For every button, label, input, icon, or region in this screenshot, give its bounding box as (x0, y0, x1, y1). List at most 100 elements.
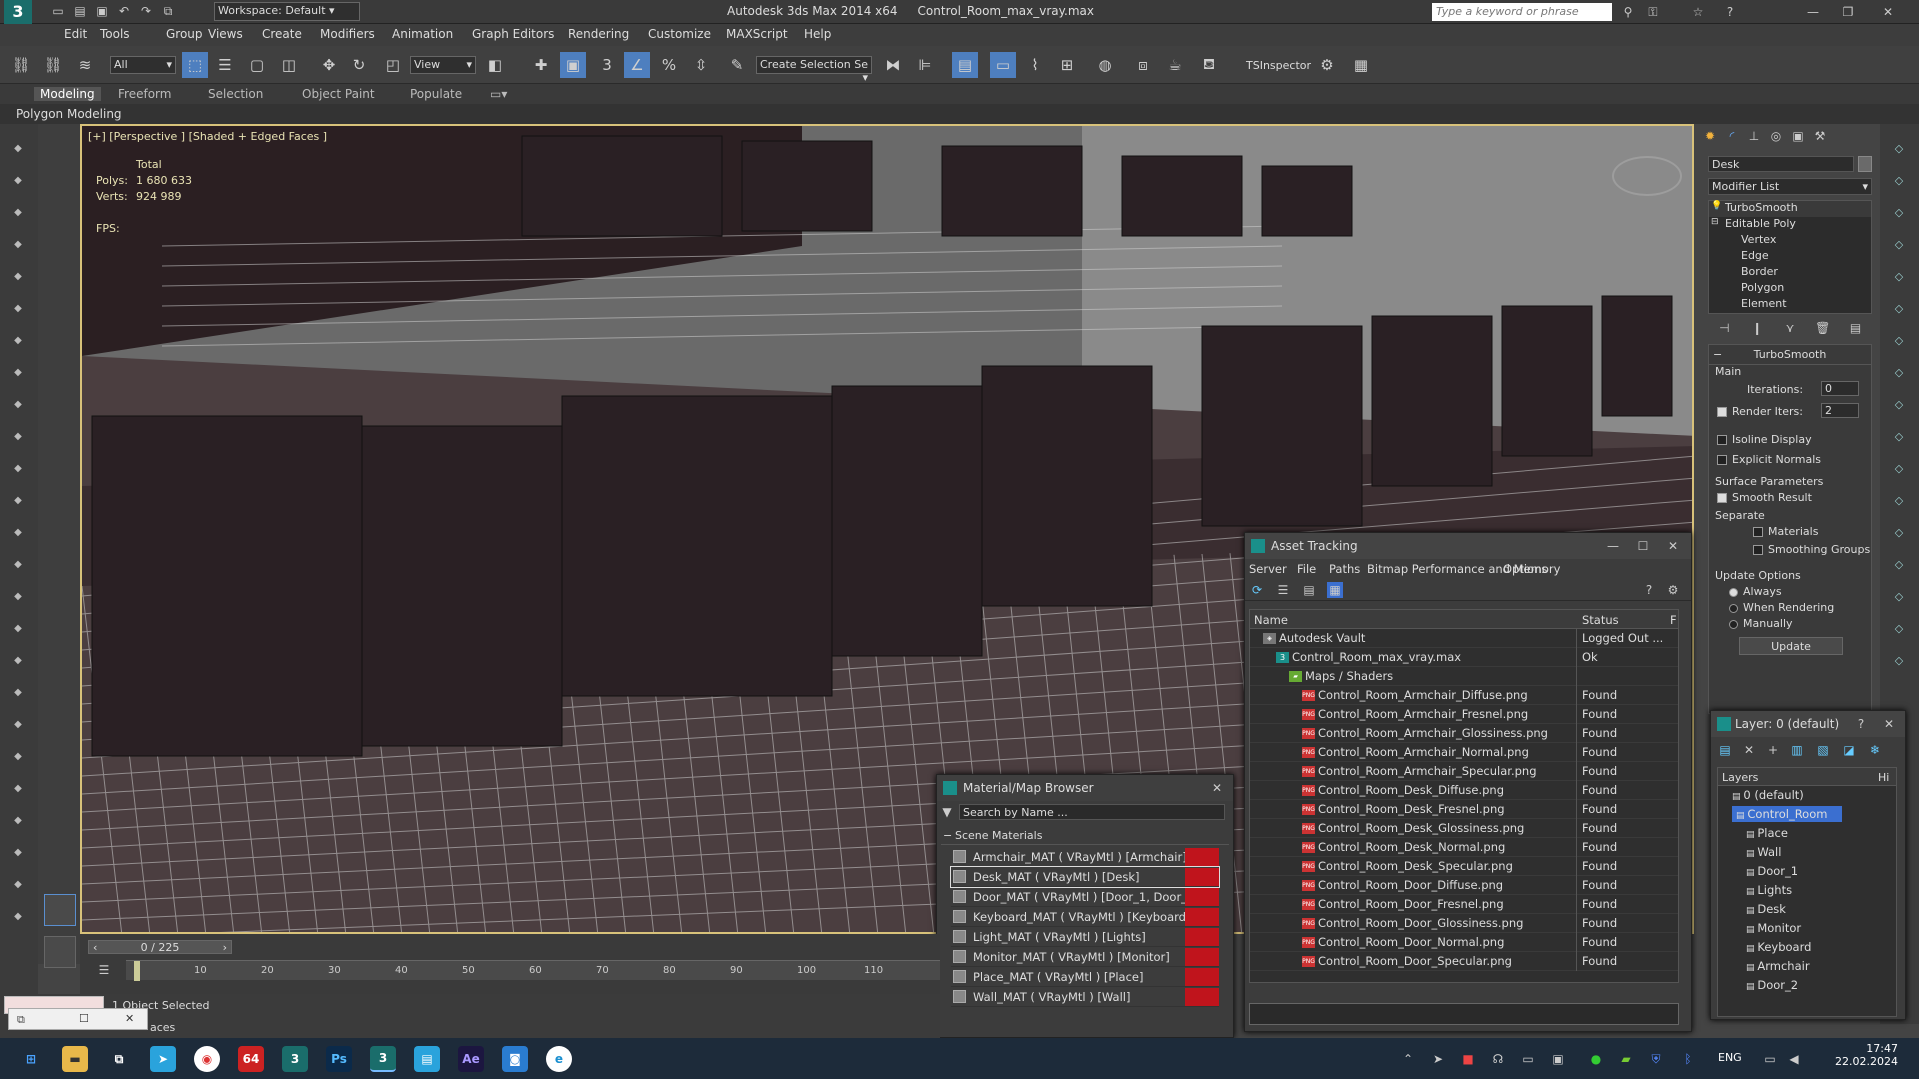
rotate-icon[interactable]: ◇ (1891, 364, 1907, 380)
render-iters-spinner[interactable]: 2 (1821, 403, 1859, 418)
taskbar-preview-popup[interactable]: ⧉ ☐ ✕ (8, 1008, 148, 1030)
explicit-normals-row[interactable]: Explicit Normals (1717, 453, 1821, 466)
viewcube[interactable] (1612, 156, 1682, 196)
refresh-icon[interactable]: ⟳ (1249, 582, 1265, 598)
close-icon[interactable]: ✕ (1209, 780, 1225, 796)
sphere-icon[interactable]: ◇ (1891, 236, 1907, 252)
turbosmooth-rollout-header[interactable]: − TurboSmooth (1709, 345, 1871, 365)
render-iters-checkbox[interactable] (1717, 407, 1727, 417)
render-iters-row[interactable]: Render Iters: (1717, 405, 1803, 418)
layer-row[interactable]: ▤ Door_2 (1718, 976, 1896, 995)
workspace-dropdown[interactable]: Workspace: Default ▾ (214, 2, 360, 21)
modify-tab-icon[interactable]: ◜ (1724, 128, 1740, 144)
plant-icon[interactable]: ◆ (10, 748, 26, 764)
rect-select-icon[interactable]: ▢ (244, 52, 270, 78)
particles-icon[interactable]: ◆ (10, 652, 26, 668)
modifier-stack-item[interactable]: Border (1709, 265, 1871, 281)
show-end-result-icon[interactable]: ❙ (1749, 320, 1765, 336)
asset-tracking-titlebar[interactable]: Asset Tracking — ☐ ✕ (1245, 533, 1691, 559)
smoothing-groups-row[interactable]: Smoothing Groups (1753, 543, 1870, 556)
layer-row[interactable]: ▤ Lights (1718, 881, 1896, 900)
menu-modifiers[interactable]: Modifiers (320, 27, 375, 41)
asset-row[interactable]: PNG Control_Room_Door_Normal.png Found (1250, 933, 1678, 952)
viewport-icon[interactable]: ◆ (10, 172, 26, 188)
tray-network-icon[interactable]: ▭ (1762, 1051, 1778, 1067)
star-icon[interactable]: ☆ (1690, 4, 1706, 20)
transform-icon[interactable]: ◆ (10, 300, 26, 316)
telegram-icon[interactable]: ➤ (150, 1046, 176, 1072)
help-icon[interactable]: ? (1722, 4, 1738, 20)
tray-telegram-icon[interactable]: ➤ (1430, 1051, 1446, 1067)
hide-all-icon[interactable]: ◪ (1841, 742, 1857, 758)
rendered-frame-icon[interactable]: ☕ (1162, 52, 1188, 78)
motion-tab-icon[interactable]: ◎ (1768, 128, 1784, 144)
always-radio[interactable] (1729, 587, 1738, 597)
asset-path-field[interactable] (1249, 1003, 1679, 1025)
layers-column[interactable]: Layers (1722, 771, 1758, 784)
object-name-field[interactable]: Desk (1708, 156, 1854, 172)
asset-row[interactable]: ▰ Maps / Shaders (1250, 667, 1678, 686)
layers-icon[interactable]: ◆ (10, 204, 26, 220)
3dsmax-active-icon[interactable]: 3 (370, 1046, 396, 1072)
render-icon[interactable]: ◇ (1891, 524, 1907, 540)
material-item[interactable]: Light_MAT ( VRayMtl ) [Lights] (951, 927, 1219, 947)
scene-icon[interactable]: ◇ (1891, 140, 1907, 156)
column-name[interactable]: Name (1254, 613, 1288, 627)
smoothing-groups-checkbox[interactable] (1753, 545, 1763, 555)
save-file-icon[interactable]: ▣ (94, 3, 110, 19)
trackbar-filter-icon[interactable]: ☰ (96, 962, 112, 978)
layer-row[interactable]: ▤ Wall (1718, 843, 1896, 862)
menu-animation[interactable]: Animation (392, 27, 453, 41)
asset-menu-0[interactable]: Server (1249, 562, 1287, 576)
prev-frame-icon[interactable]: ‹ (93, 941, 97, 954)
trash-icon[interactable]: ◆ (10, 908, 26, 924)
binoculars-icon[interactable]: ⚲ (1620, 4, 1636, 20)
move-icon[interactable]: ✥ (316, 52, 342, 78)
next-frame-icon[interactable]: › (223, 941, 227, 954)
menu-group[interactable]: Group (166, 27, 203, 41)
time-marker[interactable] (134, 961, 140, 981)
asset-row[interactable]: PNG Control_Room_Armchair_Glossiness.png F… (1250, 724, 1678, 743)
maximize-icon[interactable]: ☐ (1635, 538, 1651, 554)
list-view-icon[interactable]: ☰ (1275, 582, 1291, 598)
tray-display-icon[interactable]: ▭ (1520, 1051, 1536, 1067)
cone-icon[interactable]: ◆ (10, 524, 26, 540)
window-crossing-icon[interactable]: ◫ (276, 52, 302, 78)
browser-options-icon[interactable]: ▼ (939, 804, 955, 820)
add-to-layer-icon[interactable]: + (1765, 742, 1781, 758)
camera-icon[interactable]: ◇ (1891, 268, 1907, 284)
ribbon-tab-populate[interactable]: Populate (410, 87, 462, 101)
layer-row[interactable]: ▤ Control_Room (1718, 805, 1896, 824)
menu-help[interactable]: Help (804, 27, 831, 41)
chrome-icon[interactable]: ◉ (194, 1046, 220, 1072)
time-slider[interactable]: ‹ 0 / 225 › (88, 940, 232, 954)
redo-icon[interactable]: ↷ (138, 3, 154, 19)
curve-editor-icon[interactable]: ⌇ (1022, 52, 1048, 78)
asset-row[interactable]: PNG Control_Room_Desk_Fresnel.png Found (1250, 800, 1678, 819)
layer-row[interactable]: ▤ Desk (1718, 900, 1896, 919)
layer-manager-titlebar[interactable]: Layer: 0 (default) ? ✕ (1711, 711, 1905, 737)
reference-coord-dropdown[interactable]: View ▾ (410, 56, 476, 74)
app-logo[interactable]: 3 (4, 0, 32, 24)
notepad-icon[interactable]: ▤ (414, 1046, 440, 1072)
material-item[interactable]: Keyboard_MAT ( VRayMtl ) [Keyboard] (951, 907, 1219, 927)
configure-modifier-sets-icon[interactable]: ▤ (1848, 320, 1864, 336)
layer-row[interactable]: ▤ Monitor (1718, 919, 1896, 938)
teapot-icon[interactable]: ◆ (10, 492, 26, 508)
3dsmax-icon[interactable]: 3 (282, 1046, 308, 1072)
hierarchy-tab-icon[interactable]: ⊥ (1746, 128, 1762, 144)
viewport-label[interactable]: [+] [Perspective ] [Shaded + Edged Faces… (88, 130, 327, 143)
asset-menu-1[interactable]: File (1297, 562, 1316, 576)
material-editor-icon[interactable]: ◍ (1092, 52, 1118, 78)
select-in-layer-icon[interactable]: ▥ (1789, 742, 1805, 758)
material-item[interactable]: Place_MAT ( VRayMtl ) [Place] (951, 967, 1219, 987)
modifier-stack-item[interactable]: 💡 TurboSmooth (1709, 201, 1871, 217)
texture-icon[interactable]: ◇ (1891, 620, 1907, 636)
layer-row[interactable]: ▤ Armchair (1718, 957, 1896, 976)
lightbulb-icon[interactable]: 💡 (1711, 201, 1722, 211)
asset-row[interactable]: PNG Control_Room_Desk_Glossiness.png Found (1250, 819, 1678, 838)
percent-snap-icon[interactable]: % (656, 52, 682, 78)
tray-nvidia-icon[interactable]: ▰ (1618, 1051, 1634, 1067)
always-row[interactable]: Always (1729, 585, 1782, 598)
tray-volume-icon[interactable]: ◀ (1786, 1051, 1802, 1067)
